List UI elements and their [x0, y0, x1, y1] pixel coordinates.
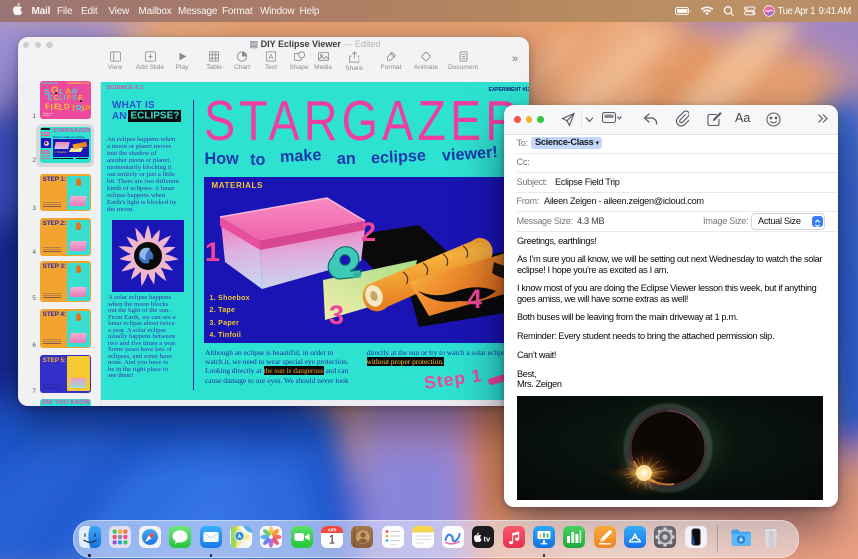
svg-text:A: A: [269, 52, 274, 61]
svg-text:APR: APR: [327, 527, 336, 532]
svg-text:1: 1: [329, 534, 335, 546]
svg-text:3: 3: [329, 300, 344, 330]
svg-text:1: 1: [205, 237, 220, 267]
svg-text:tv: tv: [484, 534, 491, 543]
svg-text:4: 4: [467, 284, 482, 314]
svg-text:2: 2: [361, 217, 376, 247]
